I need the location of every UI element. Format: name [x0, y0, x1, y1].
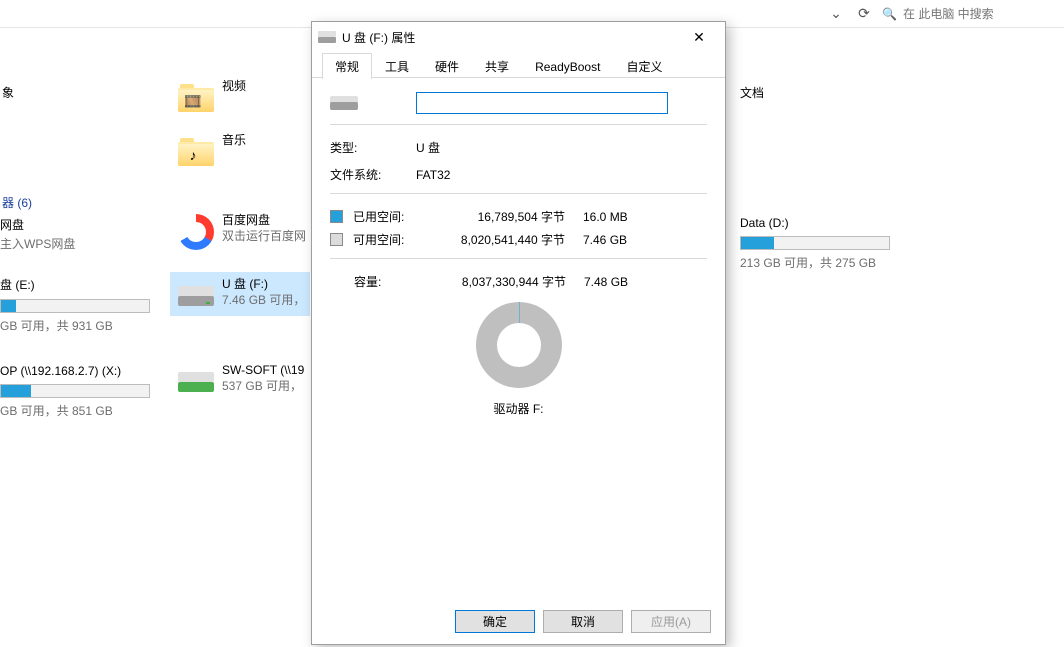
tab-custom[interactable]: 自定义	[613, 53, 675, 79]
drive-sub: 213 GB 可用，共 275 GB	[740, 254, 890, 271]
section-header-devices[interactable]: 器 (6)	[2, 194, 32, 211]
used-size: 16.0 MB	[583, 210, 643, 224]
tab-general[interactable]: 常规	[322, 53, 372, 79]
free-label: 可用空间:	[353, 231, 433, 248]
divider	[330, 258, 707, 259]
drive-sub: 537 GB 可用，	[222, 378, 304, 394]
filesystem-value: FAT32	[416, 168, 707, 182]
folder-label: 视频	[222, 76, 246, 94]
ok-button[interactable]: 确定	[455, 610, 535, 633]
folder-videos[interactable]: 🎞️ 视频	[174, 76, 246, 120]
free-swatch-icon	[330, 233, 343, 246]
network-drive-icon	[178, 370, 214, 394]
type-value: U 盘	[416, 139, 707, 156]
drive-wps[interactable]: 网盘 主入WPS网盘	[0, 216, 75, 252]
dialog-titlebar[interactable]: U 盘 (F:) 属性 ✕	[312, 22, 725, 52]
drive-title: U 盘 (F:)	[222, 274, 305, 292]
drive-sub: 双击运行百度网	[222, 228, 306, 244]
capacity-row: 容量: 8,037,330,944 字节 7.48 GB	[330, 273, 707, 290]
folder-icon: 🎞️	[178, 84, 214, 112]
cancel-button[interactable]: 取消	[543, 610, 623, 633]
capacity-bytes: 8,037,330,944 字节	[434, 273, 584, 290]
usage-fill	[1, 385, 31, 397]
drive-e[interactable]: 盘 (E:) GB 可用，共 931 GB	[0, 276, 150, 334]
drive-swsoft[interactable]: SW-SOFT (\\19 537 GB 可用，	[174, 360, 304, 404]
tab-sharing[interactable]: 共享	[472, 53, 522, 79]
usage-bar	[740, 236, 890, 250]
drive-x[interactable]: OP (\\192.168.2.7) (X:) GB 可用，共 851 GB	[0, 364, 150, 419]
drive-d[interactable]: Data (D:) 213 GB 可用，共 275 GB	[740, 216, 890, 271]
folder-documents[interactable]: 文档	[740, 84, 764, 101]
free-size: 7.46 GB	[583, 233, 643, 247]
free-space-row: 可用空间: 8,020,541,440 字节 7.46 GB	[330, 231, 707, 248]
divider	[330, 193, 707, 194]
usage-bar	[0, 384, 150, 398]
usage-fill	[741, 237, 774, 249]
drive-title: 百度网盘	[222, 210, 306, 228]
drive-title: SW-SOFT (\\19	[222, 360, 304, 378]
drive-icon	[318, 31, 336, 43]
usage-fill	[1, 300, 16, 312]
used-space-row: 已用空间: 16,789,504 字节 16.0 MB	[330, 208, 707, 225]
apply-button: 应用(A)	[631, 610, 711, 633]
divider	[330, 124, 707, 125]
dialog-title: U 盘 (F:) 属性	[342, 29, 679, 46]
dialog-buttons: 确定 取消 应用(A)	[312, 598, 725, 644]
volume-name-input[interactable]	[416, 92, 668, 114]
search-input[interactable]	[901, 6, 1060, 22]
used-bytes: 16,789,504 字节	[433, 208, 583, 225]
refresh-icon[interactable]: ⟳	[850, 0, 878, 28]
type-label: 类型:	[330, 139, 416, 156]
drive-caption: 驱动器 F:	[494, 400, 544, 417]
drive-title: OP (\\192.168.2.7) (X:)	[0, 364, 150, 378]
close-button[interactable]: ✕	[679, 23, 719, 51]
capacity-label: 容量:	[354, 273, 434, 290]
folder-music[interactable]: ♪ 音乐	[174, 130, 246, 174]
tab-hardware[interactable]: 硬件	[422, 53, 472, 79]
drive-baidu[interactable]: 百度网盘双击运行百度网	[174, 210, 306, 254]
used-swatch-icon	[330, 210, 343, 223]
drive-sub: GB 可用，共 851 GB	[0, 402, 150, 419]
folder-icon: ♪	[178, 138, 214, 166]
tab-readyboost[interactable]: ReadyBoost	[522, 53, 613, 79]
baidu-icon	[178, 214, 214, 250]
drive-sub: 7.46 GB 可用，	[222, 292, 305, 308]
properties-dialog: U 盘 (F:) 属性 ✕ 常规 工具 硬件 共享 ReadyBoost 自定义…	[311, 21, 726, 645]
folder-label: 音乐	[222, 130, 246, 148]
drive-title: 盘 (E:)	[0, 276, 150, 293]
dialog-body: 类型:U 盘 文件系统:FAT32 已用空间: 16,789,504 字节 16…	[312, 78, 725, 431]
section-header-objects: 象	[2, 84, 14, 101]
donut-icon	[476, 302, 562, 388]
filesystem-label: 文件系统:	[330, 166, 416, 183]
drive-title: Data (D:)	[740, 216, 890, 230]
drive-sub: 主入WPS网盘	[0, 235, 75, 252]
drive-sub: GB 可用，共 931 GB	[0, 317, 150, 334]
free-bytes: 8,020,541,440 字节	[433, 231, 583, 248]
search-icon: 🔍	[878, 7, 901, 21]
tab-tools[interactable]: 工具	[372, 53, 422, 79]
drive-f[interactable]: U 盘 (F:) 7.46 GB 可用，	[174, 274, 305, 318]
usage-chart: 驱动器 F:	[330, 302, 707, 417]
used-label: 已用空间:	[353, 208, 433, 225]
dialog-tabs: 常规 工具 硬件 共享 ReadyBoost 自定义	[312, 52, 725, 78]
drive-icon	[330, 94, 358, 112]
search-box[interactable]: 🔍	[878, 3, 1060, 25]
usage-bar	[0, 299, 150, 313]
drive-icon	[178, 284, 214, 308]
capacity-size: 7.48 GB	[584, 275, 644, 289]
drive-title: 网盘	[0, 216, 75, 233]
dropdown-icon[interactable]: ⌄	[822, 0, 850, 28]
